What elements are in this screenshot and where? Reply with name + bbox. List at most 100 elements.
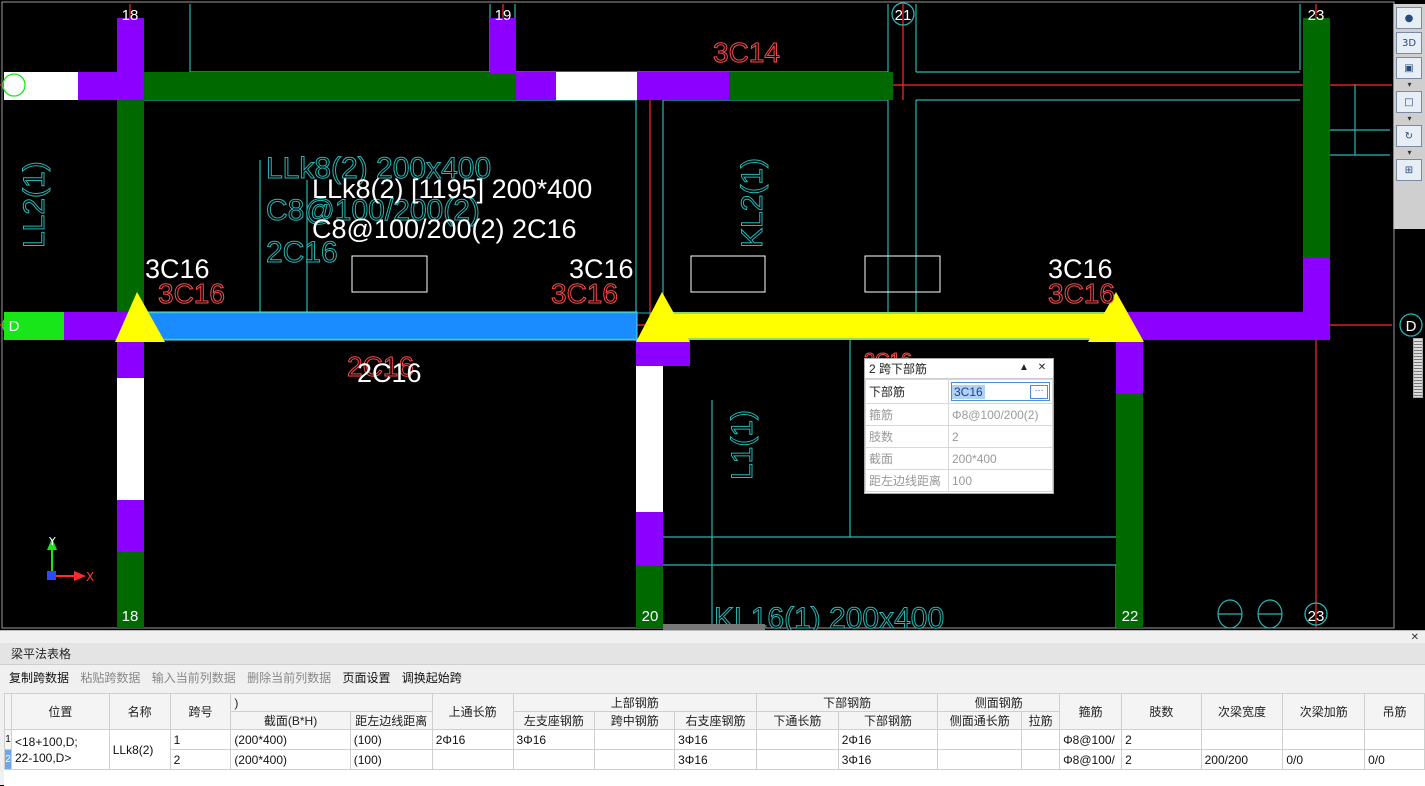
table-row[interactable]: 1 <18+100,D; 22-100,D> LLk8(2) 1 (200*40… <box>4 729 1425 770</box>
cell-bottom-through[interactable] <box>755 729 839 750</box>
beam-main-label: LLk8(2) [1195] 200*400 <box>312 174 592 204</box>
axis-label-d-right: D <box>1406 318 1417 335</box>
cell-hanger[interactable] <box>1364 729 1425 750</box>
close-icon[interactable]: ✕ <box>1411 632 1419 643</box>
prop-row-offset[interactable]: 距左边线距离 100 <box>865 469 1053 492</box>
cell-left-support[interactable]: 3Φ16 <box>512 729 596 750</box>
header-bottom-bars[interactable]: 下部钢筋 <box>837 711 939 730</box>
axis-label-21-top: 21 <box>895 7 912 24</box>
header-hanger[interactable]: 吊筋 <box>1364 693 1425 730</box>
cell-stirrup[interactable]: Φ8@100/ <box>1059 749 1123 770</box>
cell-bottom-bars[interactable]: 3Φ16 <box>837 749 939 770</box>
grid-view-icon[interactable]: ⊞ <box>1396 159 1422 181</box>
cell-right-support[interactable]: 3Φ16 <box>674 749 757 770</box>
cell-bottom-through[interactable] <box>755 749 839 770</box>
more-icon[interactable]: ··· <box>1030 384 1048 399</box>
beam-span-2[interactable] <box>663 312 1116 340</box>
cell-tie[interactable] <box>1021 729 1061 750</box>
input-column-button[interactable]: 输入当前列数据 <box>152 671 236 685</box>
view-box-icon[interactable]: □ <box>1396 91 1422 113</box>
kl2-label: KL2(1) <box>736 158 769 248</box>
cell-span[interactable]: 2 <box>169 749 232 770</box>
header-tie[interactable]: 拉筋 <box>1021 711 1061 730</box>
cell-top-through[interactable] <box>431 749 514 770</box>
dropdown-arrow-icon[interactable]: ▾ <box>1394 81 1425 89</box>
cell-right-support[interactable]: 3Φ16 <box>674 729 757 750</box>
cell-hanger[interactable]: 0/0 <box>1364 749 1425 770</box>
cell-stirrup[interactable]: Φ8@100/ <box>1059 729 1123 750</box>
prop-row-stirrup[interactable]: 箍筋 Φ8@100/200(2) <box>865 403 1053 426</box>
dropdown-arrow-icon[interactable]: ▾ <box>1394 149 1425 157</box>
cell-mid-span[interactable] <box>594 729 676 750</box>
cell-offset[interactable]: (100) <box>349 729 433 750</box>
header-offset[interactable]: 距左边线距离 <box>349 711 433 730</box>
header-right-support[interactable]: 右支座钢筋 <box>674 711 757 730</box>
cell-mid-span[interactable] <box>594 749 676 770</box>
cell-side-through[interactable] <box>937 749 1023 770</box>
header-legs[interactable]: 肢数 <box>1121 693 1202 730</box>
close-icon[interactable]: ✕ <box>1035 361 1049 375</box>
cell-side-through[interactable] <box>937 729 1023 750</box>
header-sub-add[interactable]: 次梁加筋 <box>1282 693 1366 730</box>
orbit-icon[interactable]: ● <box>1396 7 1422 29</box>
cell-legs[interactable]: 2 <box>1121 729 1202 750</box>
svg-text:X: X <box>86 570 94 584</box>
axis-label-19-top: 19 <box>495 7 512 24</box>
l1-label: L1(1) <box>726 410 759 480</box>
header-mid-span[interactable]: 跨中钢筋 <box>594 711 676 730</box>
table-row[interactable]: 2 2 (200*400) (100) 3Φ16 3Φ16 Φ8@100/ 2 … <box>4 749 1425 770</box>
header-side-group: 侧面钢筋 <box>937 693 1061 712</box>
row-number[interactable]: 1 <box>4 729 12 750</box>
cell-sub-add[interactable] <box>1282 729 1366 750</box>
bottom-bar-input[interactable]: 3C16 ··· <box>951 382 1050 401</box>
paste-span-button[interactable]: 粘贴跨数据 <box>80 671 140 685</box>
view-front-icon[interactable]: ▣ <box>1396 57 1422 79</box>
header-stirrup[interactable]: 箍筋 <box>1059 693 1123 730</box>
collapse-icon[interactable]: ▲ <box>1017 361 1031 375</box>
swap-start-span-button[interactable]: 调换起始跨 <box>402 671 462 685</box>
rotate-icon[interactable]: ↻ <box>1396 125 1422 147</box>
header-position[interactable]: 位置 <box>10 693 110 730</box>
header-bottom-through[interactable]: 下通长筋 <box>755 711 839 730</box>
cell-offset[interactable]: (100) <box>349 749 433 770</box>
cell-sub-add[interactable]: 0/0 <box>1282 749 1366 770</box>
cell-left-support[interactable] <box>512 749 596 770</box>
cell-bottom-bars[interactable]: 2Φ16 <box>837 729 939 750</box>
header-section[interactable]: 截面(B*H) <box>230 711 351 730</box>
beam-span-1[interactable] <box>142 311 638 341</box>
dropdown-arrow-icon[interactable]: ▾ <box>1394 115 1425 123</box>
cell-tie[interactable] <box>1021 749 1061 770</box>
header-name[interactable]: 名称 <box>108 693 171 730</box>
cell-name[interactable]: LLk8(2) <box>108 729 171 770</box>
page-setup-button[interactable]: 页面设置 <box>342 671 390 685</box>
copy-span-button[interactable]: 复制跨数据 <box>9 671 69 685</box>
view-toolbar: ● 3D ▣ ▾ □ ▾ ↻ ▾ ⊞ <box>1393 4 1425 229</box>
header-sub-width[interactable]: 次梁宽度 <box>1200 693 1284 730</box>
header-top-through[interactable]: 上通长筋 <box>431 693 514 730</box>
cell-section[interactable]: (200*400) <box>230 729 351 750</box>
viewport-vscroll[interactable] <box>1413 338 1423 398</box>
support-label-left: 3C16 <box>145 254 210 284</box>
cell-legs[interactable]: 2 <box>1121 749 1202 770</box>
cell-top-through[interactable]: 2Φ16 <box>431 729 514 750</box>
prop-key: 截面 <box>865 447 949 470</box>
cell-sub-width[interactable]: 200/200 <box>1200 749 1284 770</box>
row-number[interactable]: 2 <box>4 749 12 770</box>
header-bottom-group: 下部钢筋 <box>755 693 939 712</box>
prop-row-bottom-bar[interactable]: 下部筋 3C16 ··· <box>865 379 1053 404</box>
prop-row-legs[interactable]: 肢数 2 <box>865 425 1053 448</box>
header-span[interactable]: 跨号 <box>169 693 232 730</box>
cell-position[interactable]: <18+100,D; 22-100,D> <box>10 729 110 770</box>
cell-section[interactable]: (200*400) <box>230 749 351 770</box>
header-side-through[interactable]: 侧面通长筋 <box>937 711 1023 730</box>
prop-value: 2 <box>948 425 1053 448</box>
prop-value: 200*400 <box>948 447 1053 470</box>
svg-text:Y: Y <box>48 535 56 548</box>
cad-viewport[interactable]: 18 19 21 23 18 20 22 23 D D LLk8(2) 200x… <box>0 0 1425 630</box>
cell-span[interactable]: 1 <box>169 729 232 750</box>
prop-row-section[interactable]: 截面 200*400 <box>865 447 1053 470</box>
delete-column-button[interactable]: 删除当前列数据 <box>247 671 331 685</box>
cell-sub-width[interactable] <box>1200 729 1284 750</box>
header-left-support[interactable]: 左支座钢筋 <box>512 711 596 730</box>
view-3d-button[interactable]: 3D <box>1396 32 1422 54</box>
